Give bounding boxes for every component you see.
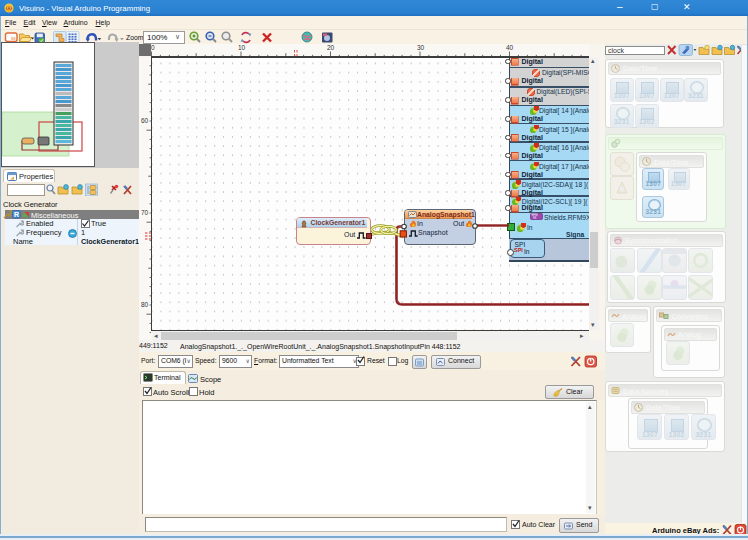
svg-text:R: R <box>14 211 19 218</box>
